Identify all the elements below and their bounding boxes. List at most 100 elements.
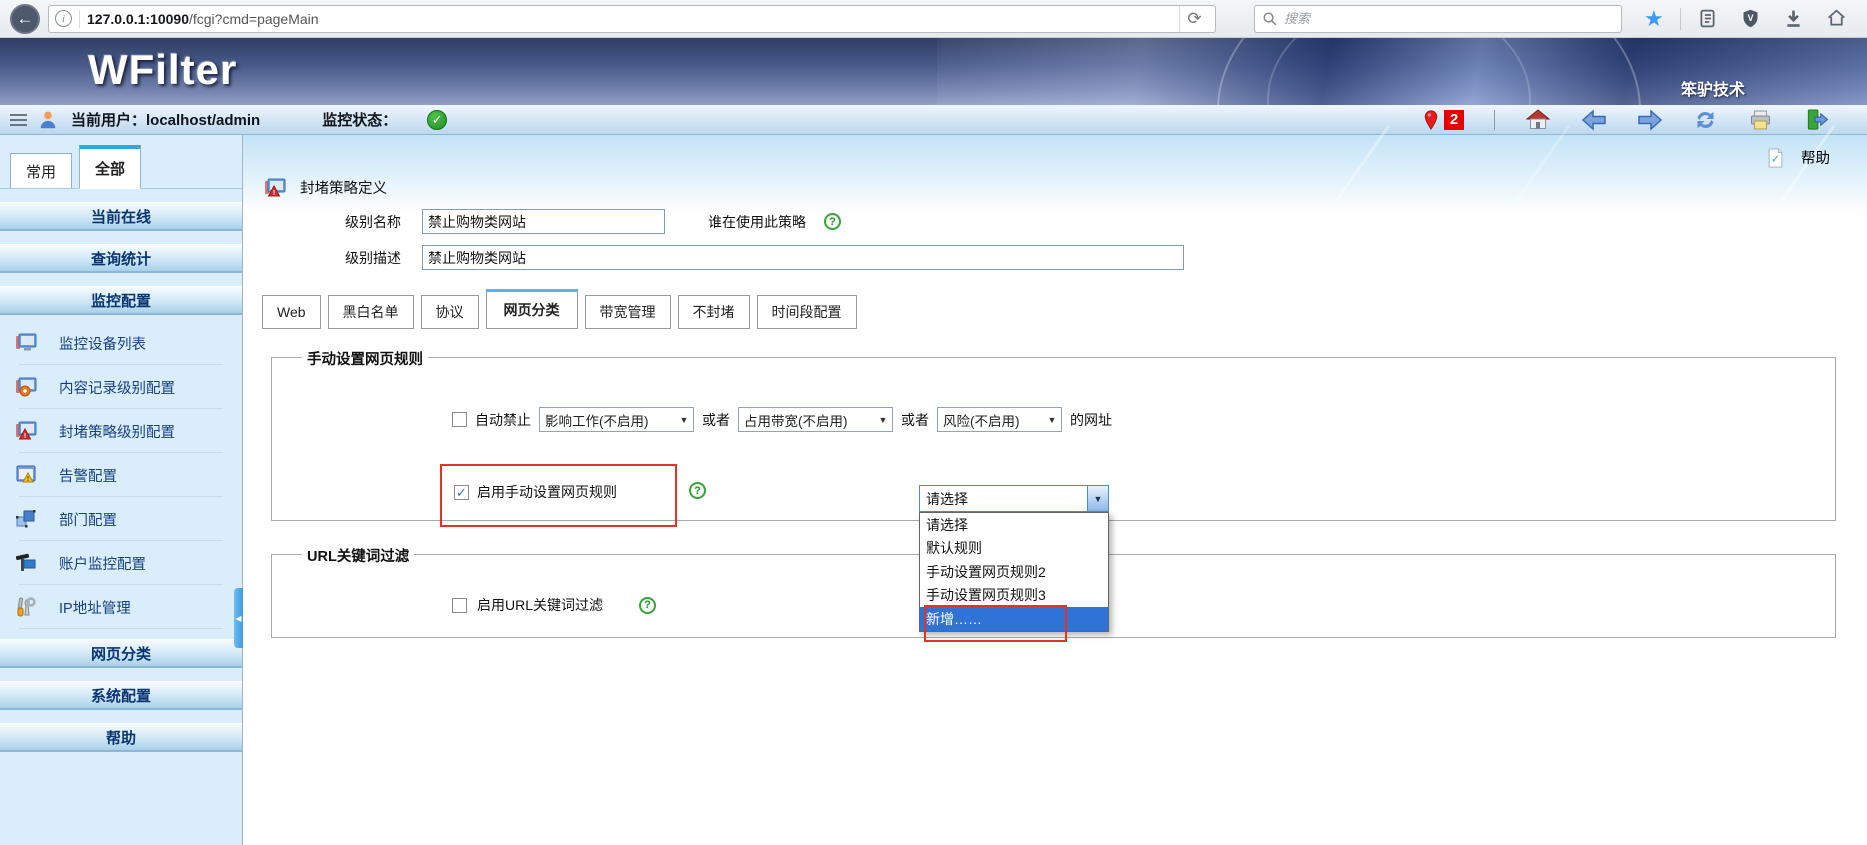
- bandwidth-usage-select[interactable]: 占用带宽(不启用)▼: [738, 407, 893, 432]
- sidebar-item-device-list[interactable]: 监控设备列表: [0, 321, 242, 365]
- status-bar: 当前用户：localhost/admin 监控状态： ✓ 2: [0, 105, 1867, 135]
- url-bar[interactable]: i 127.0.0.1:10090/fcgi?cmd=pageMain ⟳: [48, 5, 1216, 33]
- risk-select[interactable]: 风险(不启用)▼: [937, 407, 1062, 432]
- name-label: 级别名称: [345, 212, 422, 232]
- tab-web[interactable]: Web: [262, 295, 321, 329]
- account-flag-icon: [15, 553, 37, 573]
- check-icon: ✓: [456, 486, 467, 499]
- app-body: 常用 全部 当前在线 查询统计 监控配置 监控设备列表 内容记录级别配置: [0, 135, 1867, 845]
- svg-text:V: V: [1747, 13, 1753, 23]
- sidebar-section-online[interactable]: 当前在线: [0, 202, 242, 231]
- work-impact-select[interactable]: 影响工作(不启用)▼: [539, 407, 694, 432]
- sidebar-item-department-config[interactable]: 部门配置: [0, 497, 242, 541]
- option-default-rule[interactable]: 默认规则: [920, 537, 1108, 561]
- enable-url-keyword-checkbox[interactable]: [452, 598, 467, 613]
- chevron-down-icon: ▼: [874, 415, 892, 425]
- who-uses-label: 谁在使用此策略: [708, 212, 806, 232]
- browser-toolbar: ← i 127.0.0.1:10090/fcgi?cmd=pageMain ⟳ …: [0, 0, 1867, 38]
- header-decoration: [243, 135, 1867, 213]
- app-banner: WFilter 笨驴技术: [0, 38, 1867, 105]
- print-icon[interactable]: [1748, 109, 1773, 131]
- desc-input[interactable]: 禁止购物类网站: [422, 245, 1184, 270]
- enable-manual-rule-checkbox[interactable]: ✓: [454, 485, 469, 500]
- alert-count-badge: 2: [1444, 110, 1464, 130]
- url-text[interactable]: 127.0.0.1:10090/fcgi?cmd=pageMain: [87, 11, 1172, 27]
- sidebar-tab-all[interactable]: 全部: [79, 145, 141, 189]
- sidebar-section-monitor-config[interactable]: 监控配置: [0, 286, 242, 315]
- rule-select[interactable]: 请选择 ▼: [919, 485, 1109, 512]
- auto-block-checkbox[interactable]: [452, 412, 467, 427]
- sidebar-section-web-category[interactable]: 网页分类: [0, 639, 242, 668]
- search-box[interactable]: [1254, 5, 1622, 33]
- rule-select-options: 请选择 默认规则 手动设置网页规则2 手动设置网页规则3 新增……: [919, 512, 1109, 632]
- back-button[interactable]: ←: [10, 4, 40, 34]
- divider: [1494, 110, 1495, 130]
- tools-icon: [15, 597, 37, 617]
- tab-blackwhite-list[interactable]: 黑白名单: [328, 295, 414, 329]
- arrow-left-icon[interactable]: [1581, 109, 1607, 131]
- refresh-icon[interactable]: [1693, 108, 1718, 132]
- logout-icon[interactable]: [1803, 108, 1829, 131]
- auto-block-label: 自动禁止: [475, 410, 531, 430]
- chevron-down-icon: ▼: [1043, 415, 1061, 425]
- svg-text:✓: ✓: [1771, 153, 1780, 165]
- arrow-right-icon[interactable]: [1637, 109, 1663, 131]
- option-please-select[interactable]: 请选择: [920, 513, 1108, 537]
- info-icon[interactable]: i: [55, 10, 72, 27]
- rule-select-button[interactable]: ▼: [1087, 486, 1108, 511]
- home-nav-icon[interactable]: [1525, 108, 1551, 132]
- svg-text:!: !: [27, 476, 29, 483]
- shield-icon[interactable]: V: [1740, 8, 1761, 29]
- url-keyword-row: 启用URL关键词过滤 ?: [452, 595, 656, 615]
- sidebar-item-alarm-config[interactable]: ! 告警配置: [0, 453, 242, 497]
- tab-web-category[interactable]: 网页分类: [486, 289, 578, 329]
- url-keyword-help-icon[interactable]: ?: [639, 597, 656, 614]
- url-suffix-label: 的网址: [1070, 410, 1112, 430]
- sidebar-section-help[interactable]: 帮助: [0, 723, 242, 752]
- main-content: ✓ 帮助 ! 封堵策略定义 级别名称 禁止购物类网站 谁在使用此策略 ? 级别描…: [243, 135, 1867, 845]
- tab-protocol[interactable]: 协议: [421, 295, 479, 329]
- menu-icon[interactable]: [10, 114, 27, 126]
- sidebar-collapse-handle[interactable]: ◀: [234, 588, 243, 648]
- browser-action-icons: ★ V: [1644, 8, 1847, 30]
- tab-no-block[interactable]: 不封堵: [678, 295, 750, 329]
- tab-time-period[interactable]: 时间段配置: [757, 295, 857, 329]
- window-warning-icon: !: [15, 465, 37, 485]
- home-icon[interactable]: [1826, 8, 1847, 29]
- reload-button[interactable]: ⟳: [1179, 6, 1209, 32]
- alerts-indicator[interactable]: 2: [1421, 109, 1464, 131]
- svg-text:!: !: [24, 433, 26, 440]
- page: ← i 127.0.0.1:10090/fcgi?cmd=pageMain ⟳ …: [0, 0, 1867, 845]
- name-input[interactable]: 禁止购物类网站: [422, 209, 665, 234]
- sidebar-item-ip-management[interactable]: IP地址管理: [0, 585, 242, 629]
- sidebar-items: 监控设备列表 内容记录级别配置 ! 封堵策略级别配置 !: [0, 321, 242, 629]
- app-logo: WFilter: [88, 46, 237, 94]
- sidebar-item-content-level[interactable]: 内容记录级别配置: [0, 365, 242, 409]
- downloads-icon[interactable]: [1783, 8, 1804, 29]
- sidebar-section-stats[interactable]: 查询统计: [0, 244, 242, 273]
- manual-rule-help-icon[interactable]: ?: [689, 482, 706, 499]
- sidebar-tabs: 常用 全部: [0, 135, 242, 189]
- statusbar-actions: 2: [1421, 108, 1829, 132]
- sidebar-section-system-config[interactable]: 系统配置: [0, 681, 242, 710]
- search-input[interactable]: [1284, 11, 1614, 26]
- option-add-new[interactable]: 新增……: [920, 607, 1108, 631]
- user-avatar-icon: [37, 109, 59, 131]
- tab-bandwidth[interactable]: 带宽管理: [585, 295, 671, 329]
- manual-rule-legend: 手动设置网页规则: [302, 348, 428, 369]
- help-link[interactable]: ✓ 帮助: [1766, 147, 1830, 168]
- bookmarks-menu-icon[interactable]: [1697, 8, 1718, 29]
- sidebar-item-account-monitor[interactable]: 账户监控配置: [0, 541, 242, 585]
- option-manual-rule-2[interactable]: 手动设置网页规则2: [920, 560, 1108, 584]
- monitor-gear-icon: [15, 377, 37, 397]
- option-manual-rule-3[interactable]: 手动设置网页规则3: [920, 584, 1108, 608]
- help-doc-icon: ✓: [1766, 148, 1785, 168]
- monitor-icon: [15, 333, 37, 353]
- who-help-icon[interactable]: ?: [824, 213, 841, 230]
- sidebar-tab-common[interactable]: 常用: [10, 153, 72, 189]
- status-ok-icon: ✓: [427, 110, 447, 130]
- sidebar-item-block-policy-level[interactable]: ! 封堵策略级别配置: [0, 409, 242, 453]
- page-title: ! 封堵策略定义: [264, 177, 387, 198]
- bookmark-star-icon[interactable]: ★: [1644, 8, 1664, 30]
- search-icon: [1262, 11, 1278, 27]
